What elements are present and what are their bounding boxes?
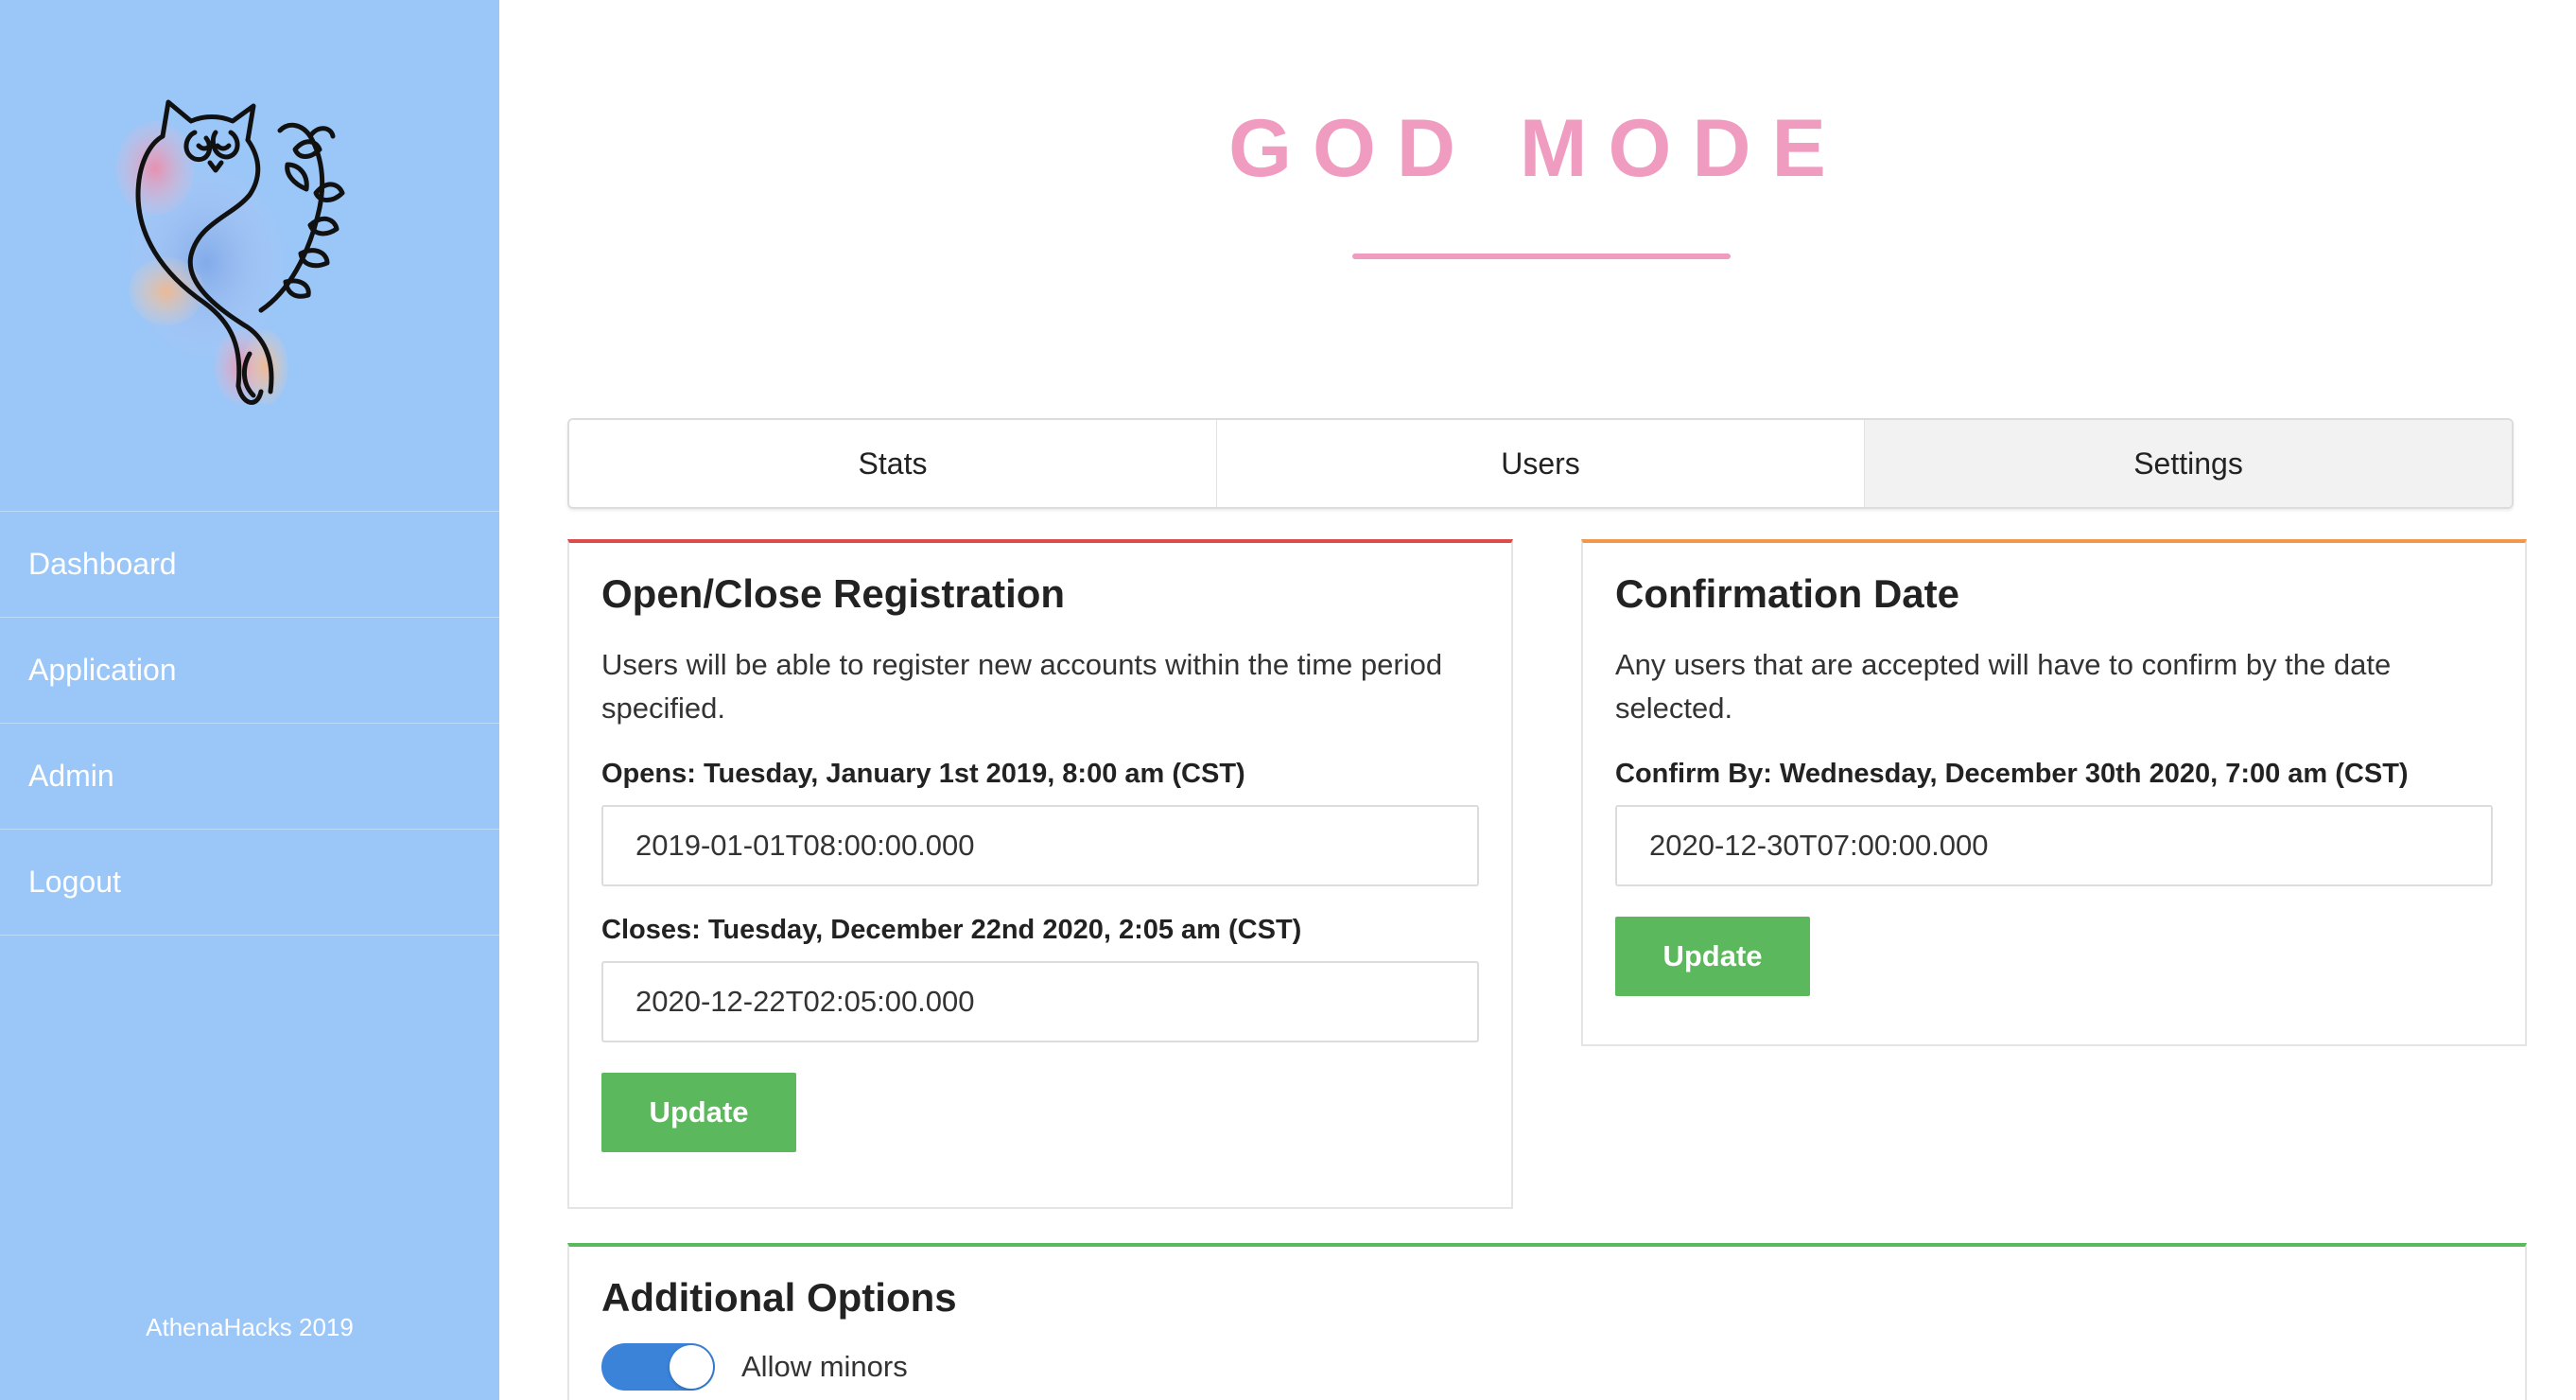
page-title: GOD MODE [1228,103,1847,194]
sidebar-item-application[interactable]: Application [0,618,499,724]
sidebar-nav: Dashboard Application Admin Logout [0,511,499,936]
allow-minors-toggle[interactable] [601,1343,715,1391]
confirm-by-label: Confirm By: Wednesday, December 30th 202… [1615,759,2409,789]
confirm-date-input[interactable] [1615,805,2493,886]
confirmation-update-button[interactable]: Update [1615,917,1810,996]
closes-date-input[interactable] [601,961,1479,1042]
additional-options-title: Additional Options [601,1275,957,1320]
confirmation-description: Any users that are accepted will have to… [1615,648,2392,725]
confirmation-card: Confirmation Date Any users that are acc… [1581,539,2527,1046]
opens-label: Opens: Tuesday, January 1st 2019, 8:00 a… [601,759,1245,789]
sidebar-item-logout[interactable]: Logout [0,830,499,936]
toggle-knob [670,1345,713,1389]
confirmation-title: Confirmation Date [1615,571,1960,616]
main-content: GOD MODE Stats Users Settings Open/Close… [499,0,2576,1400]
additional-options-card: Additional Options Allow minors [567,1243,2527,1400]
allow-minors-row: Allow minors [601,1343,2493,1391]
registration-update-button[interactable]: Update [601,1073,796,1152]
sidebar-item-admin[interactable]: Admin [0,724,499,830]
tab-settings[interactable]: Settings [1865,420,2512,507]
registration-title: Open/Close Registration [601,571,1066,616]
title-underline [1352,254,1731,259]
sidebar: Dashboard Application Admin Logout Athen… [0,0,499,1400]
tab-bar: Stats Users Settings [567,418,2514,509]
tab-users[interactable]: Users [1217,420,1865,507]
sidebar-footer: AthenaHacks 2019 [146,1313,354,1341]
registration-description: Users will be able to register new accou… [601,648,1443,725]
registration-card: Open/Close Registration Users will be ab… [567,539,1513,1209]
closes-label: Closes: Tuesday, December 22nd 2020, 2:0… [601,915,1302,945]
owl-logo-icon [100,83,384,414]
allow-minors-label: Allow minors [741,1350,908,1383]
opens-date-input[interactable] [601,805,1479,886]
sidebar-item-dashboard[interactable]: Dashboard [0,512,499,618]
tab-stats[interactable]: Stats [569,420,1217,507]
